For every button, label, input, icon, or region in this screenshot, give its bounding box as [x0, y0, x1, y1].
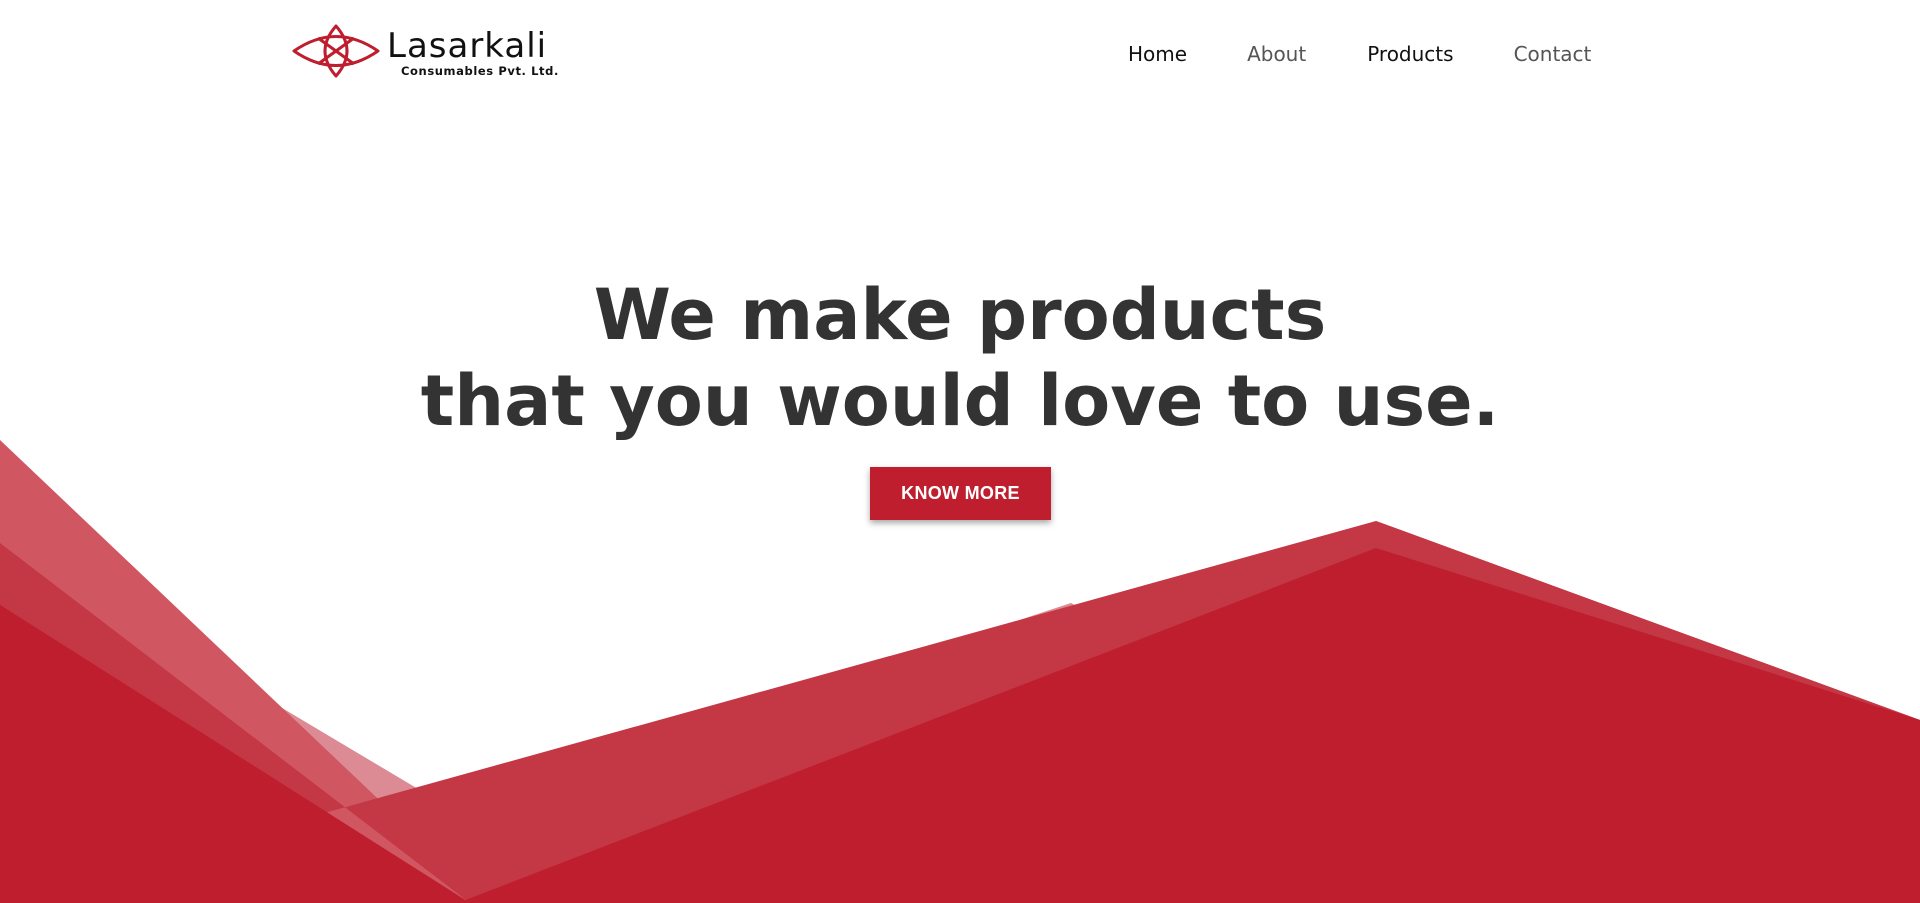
nav-about[interactable]: About — [1247, 40, 1306, 68]
brand-logo[interactable]: Lasarkali Consumables Pvt. Ltd. — [292, 24, 562, 82]
hero-background-shapes — [0, 440, 1920, 903]
site-header: Lasarkali Consumables Pvt. Ltd. Home Abo… — [0, 0, 1920, 105]
page: Lasarkali Consumables Pvt. Ltd. Home Abo… — [0, 0, 1920, 903]
know-more-button[interactable]: KNOW MORE — [870, 467, 1051, 520]
brand-tagline: Consumables Pvt. Ltd. — [401, 64, 559, 78]
brand-name: Lasarkali — [387, 26, 548, 66]
main-nav: Home About Products Contact — [1128, 40, 1591, 68]
lotus-icon — [292, 24, 380, 78]
nav-home[interactable]: Home — [1128, 40, 1187, 68]
nav-contact[interactable]: Contact — [1514, 40, 1592, 68]
hero-title-line-1: We make products — [593, 274, 1327, 356]
hero-section: We make products that you would love to … — [0, 272, 1920, 444]
hero-title-line-2: that you would love to use. — [420, 360, 1500, 442]
nav-products[interactable]: Products — [1367, 40, 1453, 68]
hero-title: We make products that you would love to … — [0, 272, 1920, 444]
